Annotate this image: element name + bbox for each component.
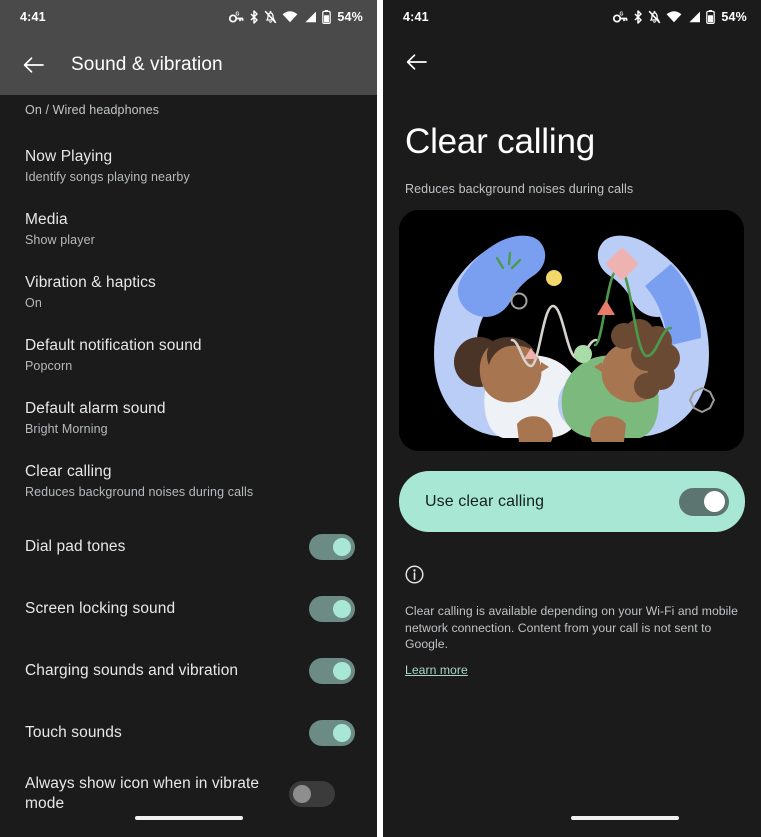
right-phone-screen: 4:41 G 54% Clear calling Reduces backgro… (383, 0, 761, 837)
list-item-title: Default notification sound (25, 337, 202, 354)
back-button[interactable] (401, 47, 431, 77)
dual-screenshot: 4:41 G 54% Sound & vibration On / Wired … (0, 0, 761, 837)
list-item-always-show-icon-vibrate[interactable]: Always show icon when in vibrate mode (0, 772, 377, 816)
list-item-title: Default alarm sound (25, 400, 166, 417)
status-icons: G 54% (613, 10, 747, 24)
battery-percentage: 54% (337, 10, 363, 24)
svg-text:G: G (620, 12, 624, 18)
toggle-screen-locking-sound[interactable] (309, 596, 355, 622)
list-item-subtitle: Bright Morning (25, 422, 108, 436)
illustration-container (383, 196, 761, 451)
vpn-key-icon: G (229, 11, 244, 23)
page-title: Sound & vibration (71, 53, 223, 75)
list-item-title: Touch sounds (25, 724, 122, 741)
page-title: Clear calling (405, 122, 595, 161)
list-item-subtitle: Reduces background noises during calls (25, 485, 254, 499)
cellular-signal-icon (303, 11, 317, 23)
back-button[interactable] (18, 50, 48, 80)
list-item-subtitle: Identify songs playing nearby (25, 170, 190, 184)
list-item-subtitle: On (25, 296, 42, 310)
learn-more-link[interactable]: Learn more (405, 663, 468, 677)
toggle-touch-sounds[interactable] (309, 720, 355, 746)
home-indicator[interactable] (571, 816, 679, 820)
list-item-title: Now Playing (25, 148, 113, 165)
svg-text:G: G (236, 12, 240, 18)
list-item-screen-locking-sound[interactable]: Screen locking sound (0, 587, 377, 631)
left-phone-screen: 4:41 G 54% Sound & vibration On / Wired … (0, 0, 377, 837)
use-clear-calling-card[interactable]: Use clear calling (399, 471, 745, 532)
list-item-clear-calling[interactable]: Clear calling Reduces background noises … (0, 459, 377, 503)
page-subtitle: Reduces background noises during calls (405, 182, 634, 196)
list-item-charging-sounds-and-vibration[interactable]: Charging sounds and vibration (0, 649, 377, 693)
notifications-off-icon (648, 10, 661, 24)
list-item-title: Dial pad tones (25, 538, 126, 555)
list-item-title: Clear calling (25, 463, 112, 480)
list-item-subtitle: Popcorn (25, 359, 73, 373)
bluetooth-icon (249, 10, 259, 24)
settings-list: On / Wired headphones Now Playing Identi… (0, 95, 377, 837)
info-text: Clear calling is available depending on … (405, 604, 738, 651)
status-bar: 4:41 G 54% (0, 0, 377, 34)
notifications-off-icon (264, 10, 277, 24)
wifi-icon (666, 11, 682, 23)
list-item-title: Vibration & haptics (25, 274, 156, 291)
wifi-icon (282, 11, 298, 23)
list-item-vibration-haptics[interactable]: Vibration & haptics On (0, 270, 377, 314)
battery-percentage: 54% (721, 10, 747, 24)
toggle-use-clear-calling[interactable] (679, 487, 729, 516)
list-item-title: Media (25, 211, 68, 228)
app-bar: Sound & vibration (0, 34, 377, 95)
list-item-title: Charging sounds and vibration (25, 662, 239, 679)
status-icons: G 54% (229, 10, 363, 24)
bluetooth-icon (633, 10, 643, 24)
list-item-media[interactable]: Media Show player (0, 207, 377, 251)
battery-icon (706, 10, 716, 24)
status-time: 4:41 (20, 10, 46, 24)
list-item-now-playing[interactable]: Now Playing Identify songs playing nearb… (0, 144, 377, 188)
list-item-title: Always show icon when in vibrate mode (25, 775, 260, 812)
vpn-key-icon: G (613, 11, 628, 23)
home-indicator[interactable] (135, 816, 243, 820)
list-item-touch-sounds[interactable]: Touch sounds (0, 711, 377, 755)
list-item-default-alarm-sound[interactable]: Default alarm sound Bright Morning (0, 396, 377, 440)
list-item-subtitle: Show player (25, 233, 95, 247)
list-item-title: Screen locking sound (25, 600, 176, 617)
toggle-dial-pad-tones[interactable] (309, 534, 355, 560)
cellular-signal-icon (687, 11, 701, 23)
clear-calling-illustration (399, 210, 744, 451)
partial-row-subtitle: On / Wired headphones (25, 103, 160, 117)
status-time: 4:41 (403, 10, 429, 24)
toggle-always-show-icon-vibrate[interactable] (289, 781, 335, 807)
list-item-dial-pad-tones[interactable]: Dial pad tones (0, 525, 377, 569)
list-item-default-notification-sound[interactable]: Default notification sound Popcorn (0, 333, 377, 377)
battery-icon (322, 10, 332, 24)
info-icon (383, 532, 761, 589)
top-bar (383, 34, 761, 90)
card-label: Use clear calling (425, 492, 545, 510)
toggle-charging-sounds-and-vibration[interactable] (309, 658, 355, 684)
status-bar: 4:41 G 54% (383, 0, 761, 34)
